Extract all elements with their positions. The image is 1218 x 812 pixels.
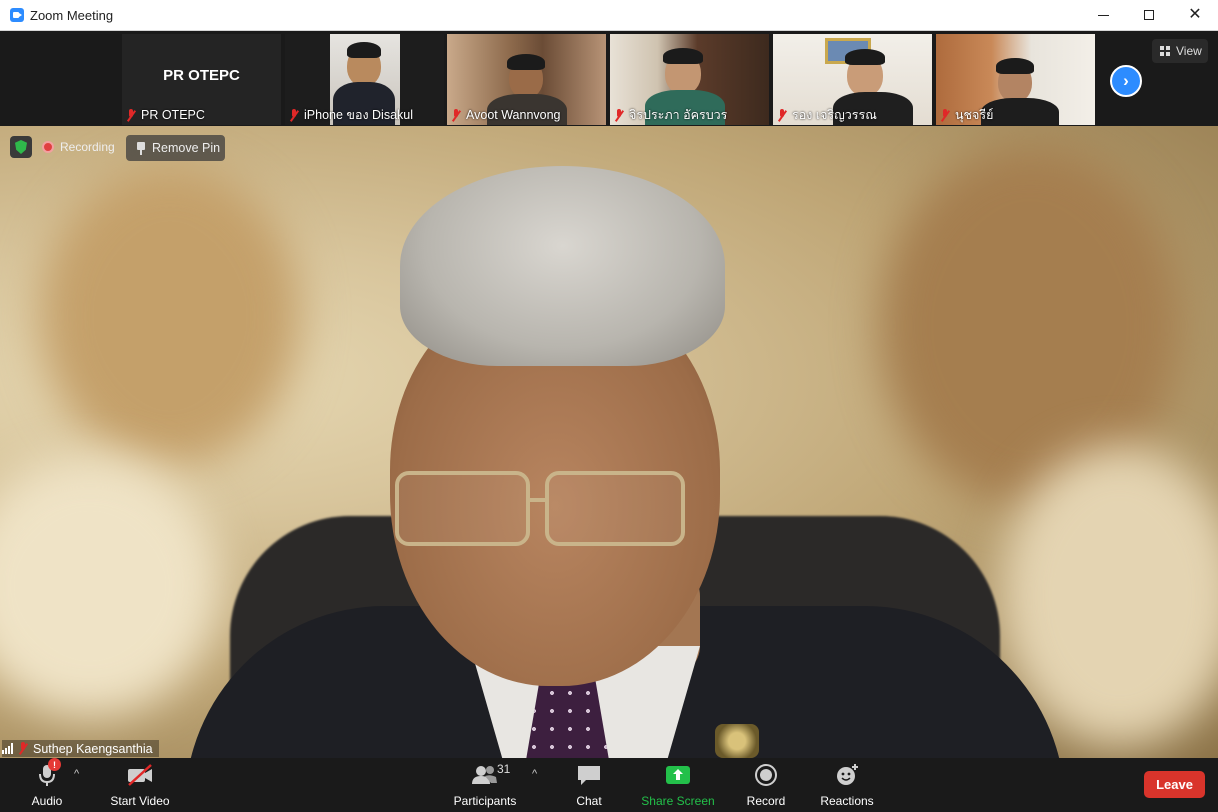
start-video-label: Start Video	[110, 794, 170, 808]
minimize-icon	[1097, 14, 1109, 16]
view-label: View	[1176, 44, 1202, 58]
glasses-right-lens	[545, 471, 685, 546]
record-button[interactable]: Record	[744, 762, 788, 808]
chat-button[interactable]: Chat	[569, 762, 609, 808]
glasses-left-lens	[395, 471, 530, 546]
share-screen-icon	[663, 762, 693, 788]
close-icon: ✕	[1188, 6, 1202, 23]
participant-thumbnail-strip: PR OTEPC PR OTEPC iPhone ของ Disakul Avo…	[0, 31, 1218, 126]
zoom-meeting-window: Zoom Meeting ✕ PR OTEPC PR OTEPC iPhone …	[0, 0, 1218, 812]
reactions-label: Reactions	[820, 794, 874, 808]
muted-mic-icon	[777, 108, 787, 122]
participant-name-label: iPhone ของ Disakul	[289, 107, 413, 123]
participant-name-label: Avoot Wannvong	[451, 107, 561, 123]
participant-name: Avoot Wannvong	[466, 108, 561, 122]
grid-view-icon	[1160, 46, 1170, 56]
participant-name-label: จิรประภา อัครบวร	[614, 107, 727, 123]
leave-button[interactable]: Leave	[1144, 771, 1205, 798]
share-screen-button[interactable]: Share Screen	[640, 762, 716, 808]
next-page-button[interactable]: ›	[1110, 65, 1142, 97]
record-dot-icon	[42, 141, 54, 153]
audio-button[interactable]: ! Audio	[26, 758, 68, 808]
participant-name: รอง เจริญวรรณ	[792, 108, 877, 122]
participant-name: iPhone ของ Disakul	[304, 108, 414, 122]
meeting-toolbar: ! Audio ^ Start Video 31 Participants ^ …	[0, 758, 1218, 812]
participant-name: PR OTEPC	[141, 108, 205, 122]
participant-name: จิรประภา อัครบวร	[629, 108, 728, 122]
recording-label: Recording	[60, 140, 115, 154]
participants-label: Participants	[453, 794, 517, 808]
participant-name-label: PR OTEPC	[126, 107, 205, 123]
speaker-hair	[400, 166, 725, 366]
participant-name-label: นุชจรีย์	[940, 107, 993, 123]
window-title: Zoom Meeting	[30, 8, 114, 23]
maximize-button[interactable]	[1126, 0, 1172, 30]
minimize-button[interactable]	[1080, 0, 1126, 30]
start-video-button[interactable]: Start Video	[104, 762, 176, 808]
record-icon	[751, 762, 781, 788]
participant-name-label: รอง เจริญวรรณ	[777, 107, 877, 123]
muted-mic-icon	[126, 108, 136, 122]
audio-options-caret[interactable]: ^	[74, 768, 79, 780]
microphone-icon: !	[32, 758, 62, 788]
record-label: Record	[746, 794, 786, 808]
video-off-icon	[125, 762, 155, 788]
main-speaker-video	[0, 126, 1218, 758]
muted-mic-icon	[940, 108, 950, 122]
participant-name: นุชจรีย์	[955, 108, 994, 122]
pin-icon	[136, 141, 146, 155]
security-button[interactable]	[10, 136, 32, 158]
participant-big-name: PR OTEPC	[163, 67, 240, 84]
reactions-button[interactable]: Reactions	[818, 762, 876, 808]
audio-warning-badge: !	[48, 758, 61, 771]
participant-tile[interactable]: รอง เจริญวรรณ	[773, 34, 932, 125]
security-shield-icon	[15, 140, 27, 154]
participants-icon: 31	[470, 762, 510, 788]
close-button[interactable]: ✕	[1172, 0, 1218, 30]
participant-tile[interactable]: Avoot Wannvong	[447, 34, 606, 125]
participant-tile[interactable]: iPhone ของ Disakul	[285, 34, 444, 125]
chevron-right-icon: ›	[1123, 71, 1129, 90]
participants-options-caret[interactable]: ^	[532, 768, 537, 780]
share-screen-label: Share Screen	[641, 794, 715, 808]
lapel-pin	[715, 724, 759, 758]
participant-tile[interactable]: PR OTEPC PR OTEPC	[122, 34, 281, 125]
participant-tile[interactable]: จิรประภา อัครบวร	[610, 34, 769, 125]
participant-tile[interactable]: นุชจรีย์	[936, 34, 1095, 125]
reactions-icon	[832, 762, 862, 788]
view-button[interactable]: View	[1152, 39, 1208, 63]
muted-mic-icon	[18, 742, 28, 755]
remove-pin-label: Remove Pin	[152, 141, 221, 155]
speaker-name: Suthep Kaengsanthia	[33, 741, 153, 756]
speaker-name-label: Suthep Kaengsanthia	[2, 740, 159, 757]
chat-label: Chat	[576, 794, 602, 808]
signal-icon	[2, 743, 13, 754]
title-bar: Zoom Meeting ✕	[0, 0, 1218, 31]
muted-mic-icon	[451, 108, 461, 122]
zoom-app-icon	[10, 8, 24, 22]
muted-mic-icon	[289, 108, 299, 122]
chat-icon	[574, 762, 604, 788]
participants-count: 31	[497, 762, 511, 776]
maximize-icon	[1144, 10, 1154, 20]
muted-mic-icon	[614, 108, 624, 122]
remove-pin-button[interactable]: Remove Pin	[126, 135, 225, 161]
participants-button[interactable]: 31 Participants	[450, 762, 520, 808]
recording-indicator[interactable]: Recording	[42, 136, 115, 158]
audio-label: Audio	[31, 794, 63, 808]
